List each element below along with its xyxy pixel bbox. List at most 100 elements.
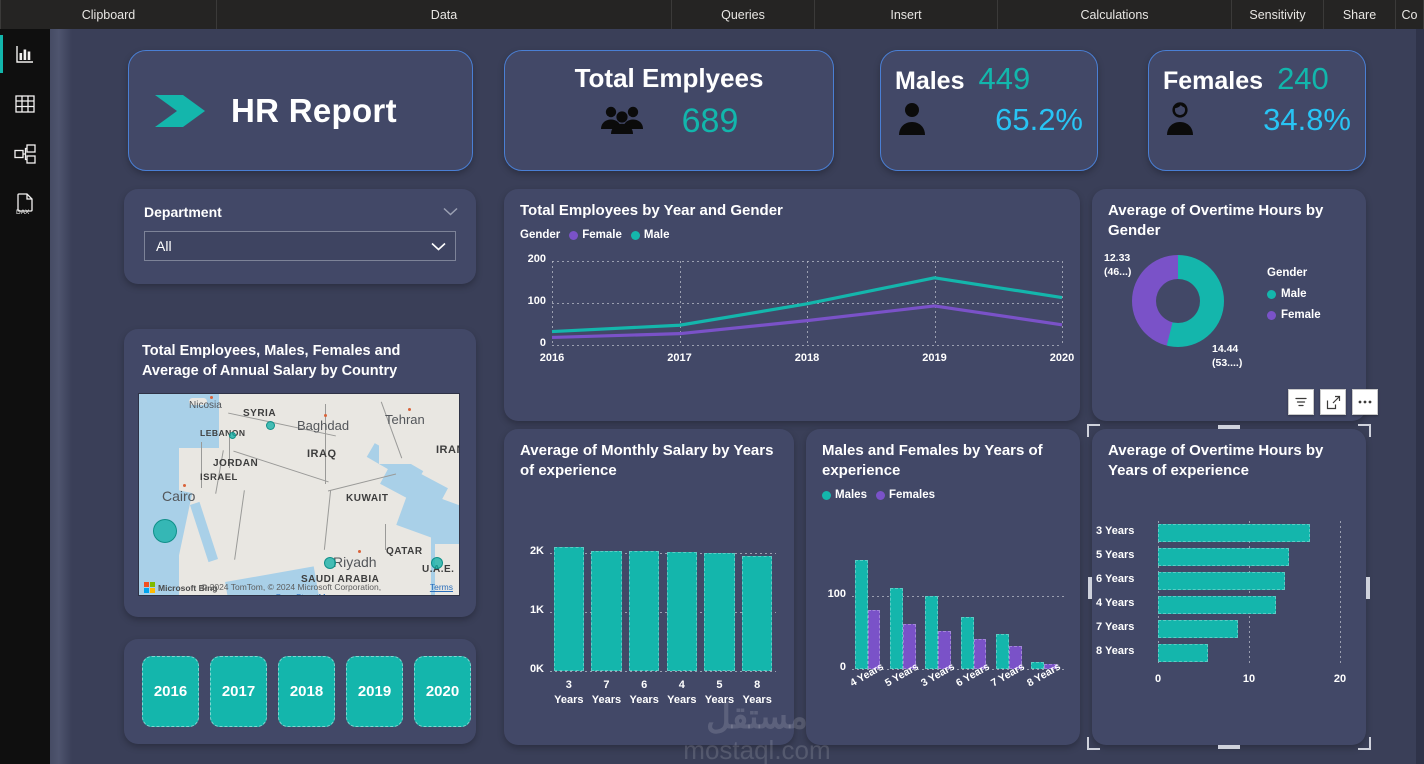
kpi-total-label: Total Emplyees	[505, 63, 833, 94]
year-tile-2016[interactable]: 2016	[142, 656, 199, 727]
bar-salary-5-years[interactable]	[704, 553, 734, 671]
bar-overtime-3-years[interactable]	[1158, 524, 1310, 542]
sidebar-item-model-view[interactable]	[0, 129, 50, 179]
canvas-left-gutter	[50, 29, 72, 764]
bar-salary-3-years[interactable]	[554, 547, 584, 671]
line-series-layer	[504, 189, 1080, 421]
department-dropdown[interactable]: All	[144, 231, 456, 261]
year-tile-2017[interactable]: 2017	[210, 656, 267, 727]
bar-males-7-years[interactable]	[996, 634, 1009, 669]
sidebar-item-report-view[interactable]	[0, 29, 50, 79]
x-axis-tick: 6	[623, 679, 665, 693]
x-axis-tick: 3	[548, 679, 590, 693]
gridline	[550, 671, 776, 672]
bar-males-6-years[interactable]	[961, 617, 974, 669]
line-chart-card[interactable]: Total Employees by Year and Gender Gende…	[504, 189, 1080, 421]
ribbon-group-sensitivity[interactable]: Sensitivity	[1232, 0, 1324, 29]
legend-item-female[interactable]: Female	[1267, 309, 1321, 321]
ribbon-group-share[interactable]: Share	[1324, 0, 1396, 29]
ribbon-group-data[interactable]: Data	[217, 0, 672, 29]
map-bubble[interactable]	[229, 432, 236, 439]
ribbon-group-queries[interactable]: Queries	[672, 0, 815, 29]
bar-overtime-5-years[interactable]	[1158, 548, 1289, 566]
year-slicer[interactable]: 20162017201820192020	[124, 639, 476, 744]
chevron-down-icon[interactable]	[443, 203, 458, 221]
map-bubble[interactable]	[431, 557, 443, 569]
map-bubble[interactable]	[266, 421, 275, 430]
focus-mode-icon[interactable]	[1320, 389, 1346, 415]
map-bubble[interactable]	[324, 557, 336, 569]
selection-handle-top[interactable]	[1218, 425, 1240, 429]
selection-corner-br[interactable]	[1358, 737, 1371, 750]
selection-handle-left[interactable]	[1088, 577, 1092, 599]
ribbon-group-label: Co	[1402, 8, 1418, 22]
ribbon-group-clipboard[interactable]: Clipboard	[0, 0, 217, 29]
bar-overtime-4-years[interactable]	[1158, 596, 1276, 614]
selection-corner-tl[interactable]	[1087, 424, 1100, 437]
sidebar-item-dax-query-view[interactable]: DAX	[0, 179, 50, 229]
kpi-females-label: Females	[1163, 67, 1263, 96]
bar-overtime-6-years[interactable]	[1158, 572, 1285, 590]
more-options-icon[interactable]	[1352, 389, 1378, 415]
x-axis-tick: 0	[1138, 673, 1178, 685]
year-tile-2020[interactable]: 2020	[414, 656, 471, 727]
bar-overtime-7-years[interactable]	[1158, 620, 1238, 638]
year-tile-2018[interactable]: 2018	[278, 656, 335, 727]
y-axis-tick: 2K	[516, 545, 544, 557]
map-osm-link[interactable]: OpenStreetMap	[275, 592, 335, 596]
bar-salary-8-years[interactable]	[742, 556, 772, 671]
bar-males-3-years[interactable]	[925, 596, 938, 669]
ribbon-group-insert[interactable]: Insert	[815, 0, 998, 29]
male-person-icon	[895, 99, 929, 140]
x-axis-tick: 4	[661, 679, 703, 693]
donut-chart-legend[interactable]: Gender Male Female	[1267, 267, 1321, 321]
bar-males-5-years[interactable]	[890, 588, 903, 669]
bar-males-4-years[interactable]	[855, 560, 868, 669]
department-slicer[interactable]: Department All	[124, 189, 476, 284]
group-people-icon	[600, 104, 644, 139]
donut-label-male: 14.44 (53....)	[1212, 342, 1242, 370]
ribbon-group-label: Queries	[721, 8, 765, 22]
sidebar-item-table-view[interactable]	[0, 79, 50, 129]
kpi-females-count: 240	[1277, 61, 1329, 97]
map-visual-card[interactable]: Total Employees, Males, Females and Aver…	[124, 329, 476, 617]
overtime-experience-chart-card[interactable]: Average of Overtime Hours by Years of ex…	[1092, 429, 1366, 745]
selection-handle-right[interactable]	[1366, 577, 1370, 599]
map-bubble[interactable]	[153, 519, 177, 543]
female-person-icon	[1163, 99, 1197, 140]
y-axis-tick: 6 Years	[1096, 573, 1152, 585]
bar-salary-6-years[interactable]	[629, 551, 659, 671]
donut-label-female: 12.33 (46...)	[1104, 251, 1131, 279]
kpi-total-value: 689	[682, 102, 739, 141]
department-selected-value: All	[156, 238, 172, 254]
kpi-card-total-employees: Total Emplyees 689	[504, 50, 834, 171]
selection-corner-bl[interactable]	[1087, 737, 1100, 750]
map-label: LEBANON	[200, 428, 246, 438]
gender-experience-chart-card[interactable]: Males and Females by Years of experience…	[806, 429, 1080, 745]
donut-chart-card[interactable]: Average of Overtime Hours by Gender 12.3…	[1092, 189, 1366, 421]
bar-salary-4-years[interactable]	[667, 552, 697, 671]
bar-overtime-8-years[interactable]	[1158, 644, 1208, 662]
map-canvas[interactable]: NicosiaSYRIALEBANONBaghdadTehranIRAQIRAN…	[138, 393, 460, 596]
x-axis-tick: 5	[698, 679, 740, 693]
year-tile-2019[interactable]: 2019	[346, 656, 403, 727]
visual-toolbar[interactable]	[1288, 389, 1378, 415]
ribbon-group-co[interactable]: Co	[1396, 0, 1424, 29]
selection-handle-bottom[interactable]	[1218, 745, 1240, 749]
salary-bar-chart-card[interactable]: Average of Monthly Salary by Years of ex…	[504, 429, 794, 745]
filter-icon[interactable]	[1288, 389, 1314, 415]
ribbon-group-calculations[interactable]: Calculations	[998, 0, 1232, 29]
selection-corner-tr[interactable]	[1358, 424, 1371, 437]
legend-title: Gender	[1267, 267, 1321, 279]
donut-chart-plot[interactable]	[1132, 255, 1224, 347]
x-axis-tick: 20	[1320, 673, 1360, 685]
x-axis-tick-unit: Years	[623, 694, 665, 706]
bar-salary-7-years[interactable]	[591, 551, 621, 671]
ribbon-group-label: Sensitivity	[1249, 8, 1305, 22]
legend-item-male[interactable]: Male	[1267, 288, 1321, 300]
y-axis-tick: 100	[816, 588, 846, 600]
x-axis-tick-unit: Years	[736, 694, 778, 706]
chevron-down-icon[interactable]	[431, 238, 446, 254]
model-view-icon	[13, 143, 37, 165]
map-terms-link[interactable]: Terms	[430, 582, 453, 592]
